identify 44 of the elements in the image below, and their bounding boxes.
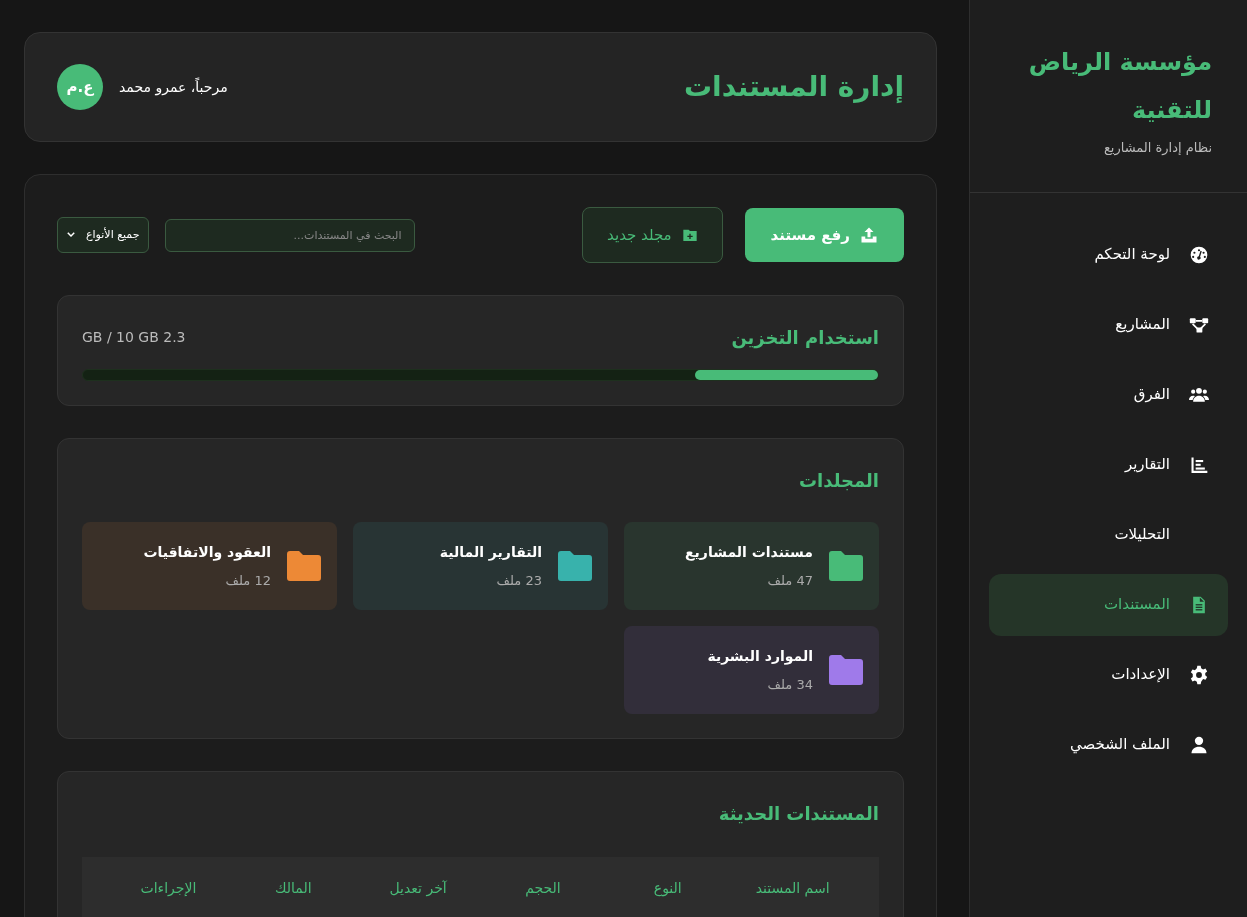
section-title: المجلدات	[798, 469, 879, 493]
column-header: الحجم	[525, 878, 561, 899]
sidebar-item[interactable]: التحليلات	[989, 503, 1228, 566]
folder-card[interactable]: مستندات المشاريع 47 ملف	[624, 522, 879, 610]
sidebar-item[interactable]: التقارير	[989, 433, 1228, 496]
folder-plus-icon	[681, 227, 698, 243]
sidebar-subtitle: نظام إدارة المشاريع	[1102, 139, 1212, 158]
sidebar-item[interactable]: المستندات	[989, 573, 1228, 636]
folder-card[interactable]: الموارد البشرية 34 ملف	[624, 626, 879, 714]
section-title: المستندات الحديثة	[717, 802, 879, 826]
sidebar-item[interactable]: المشاريع	[989, 293, 1228, 356]
folder-card[interactable]: العقود والاتفاقيات 12 ملف	[82, 522, 337, 610]
column-header: اسم المستند	[755, 878, 830, 899]
page-title: إدارة المستندات	[683, 69, 904, 105]
section-title: استخدام التخزين	[731, 326, 879, 351]
storage-reading: 2.3 GB / 10 GB	[82, 328, 186, 347]
file-count: 34 ملف	[766, 675, 813, 694]
gauge-icon	[1189, 244, 1209, 265]
sidebar-title: مؤسسة الرياض للتقنية	[1027, 47, 1212, 126]
sidebar-item[interactable]: الفرق	[989, 363, 1228, 426]
folder-card[interactable]: التقارير المالية 23 ملف	[353, 522, 608, 610]
file-count: 12 ملف	[224, 571, 271, 590]
column-header: النوع	[653, 878, 682, 899]
file-count: 23 ملف	[495, 571, 542, 590]
search-field[interactable]: البحث في المستندات...	[164, 218, 415, 252]
sidebar-item[interactable]: لوحة التحكم	[989, 223, 1228, 286]
folder-name: العقود والاتفاقيات	[143, 542, 271, 563]
type-filter-dropdown[interactable]: جميع الأنواع	[57, 217, 149, 253]
folder-name: مستندات المشاريع	[685, 542, 813, 563]
sidebar-item[interactable]: الملف الشخصي	[989, 713, 1228, 776]
user-avatar: ع.م	[57, 64, 103, 110]
chevron-down-icon	[66, 230, 76, 240]
greeting-text: مرحباً، عمرو محمد	[119, 76, 228, 98]
column-header: المالك	[274, 878, 312, 898]
folder-name: التقارير المالية	[439, 542, 542, 563]
new-folder-button[interactable]: مجلد جديد	[582, 207, 723, 263]
settings-icon	[1189, 664, 1209, 685]
folder-name: الموارد البشرية	[707, 646, 813, 667]
column-header: الإجراءات	[140, 878, 197, 898]
file-count: 47 ملف	[766, 571, 813, 590]
sidebar-item[interactable]: الإعدادات	[989, 643, 1228, 706]
upload-icon	[860, 226, 878, 244]
column-header: آخر تعديل	[389, 878, 447, 899]
user-icon	[1189, 734, 1209, 755]
